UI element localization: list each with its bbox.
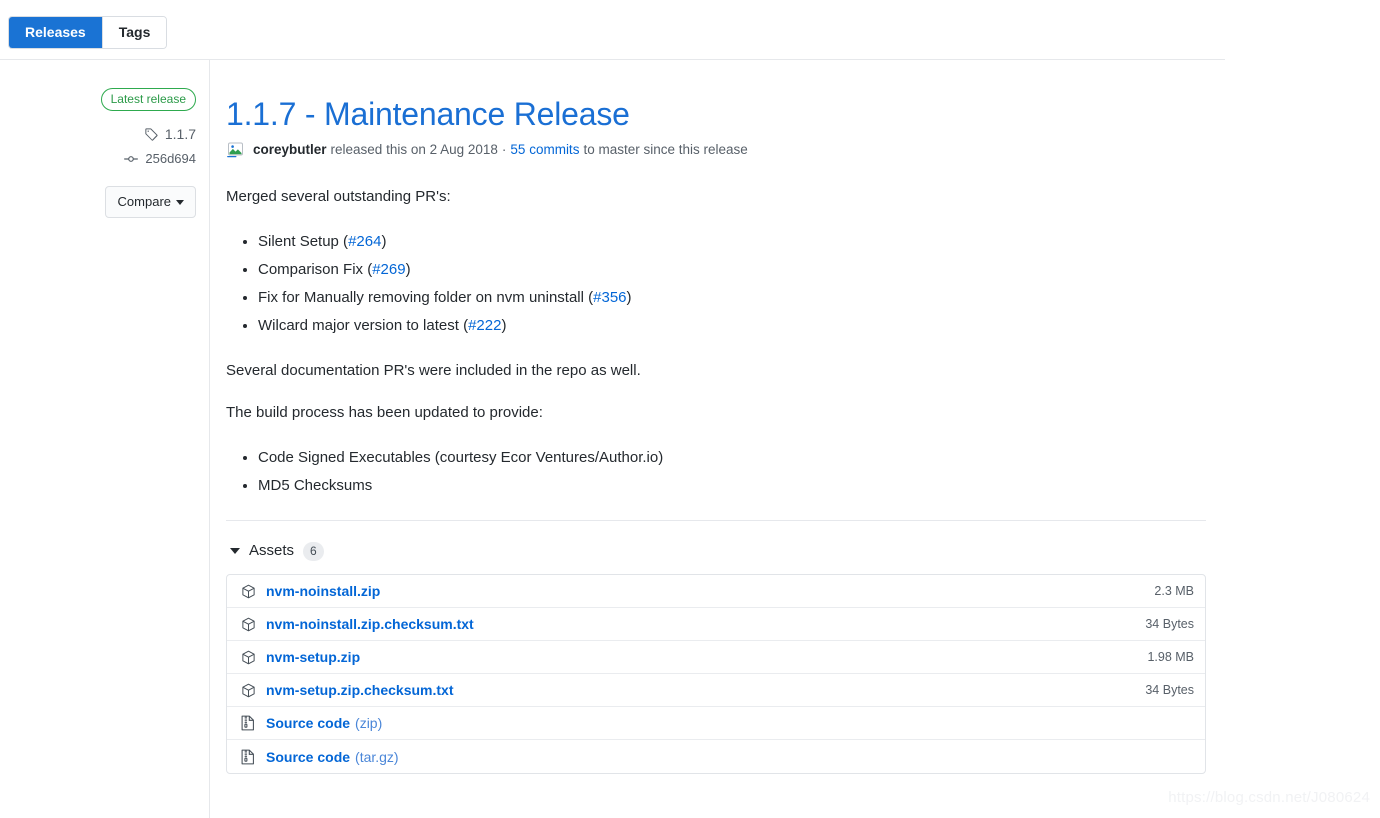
watermark: https://blog.csdn.net/J080624 [1168, 789, 1370, 806]
list-item: Wilcard major version to latest (#222) [258, 312, 1206, 340]
list-item: Silent Setup (#264) [258, 228, 1206, 256]
pr-close: ) [501, 317, 507, 334]
header-divider [0, 59, 1225, 60]
commit-icon [123, 152, 139, 166]
compare-button[interactable]: Compare [104, 186, 196, 218]
table-row[interactable]: nvm-setup.zip 1.98 MB [227, 641, 1205, 674]
release-title[interactable]: 1.1.7 - Maintenance Release [226, 94, 1206, 134]
chevron-down-icon [176, 199, 184, 205]
asset-link[interactable]: nvm-noinstall.zip [266, 581, 380, 601]
pr-text: Silent Setup ( [258, 233, 349, 250]
asset-link[interactable]: nvm-setup.zip.checksum.txt [266, 680, 454, 700]
release-author[interactable]: coreybutler [253, 140, 327, 160]
build-list: Code Signed Executables (courtesy Ecor V… [226, 444, 1206, 500]
compare-button-wrap: Compare [0, 186, 196, 218]
tag-row[interactable]: 1.1.7 [0, 125, 196, 143]
pr-link[interactable]: #269 [372, 261, 405, 278]
asset-format: (tar.gz) [355, 748, 399, 765]
asset-size: 34 Bytes [1145, 617, 1194, 631]
pr-list: Silent Setup (#264) Comparison Fix (#269… [226, 228, 1206, 340]
pr-link[interactable]: #264 [348, 233, 381, 250]
releases-tags-tabs: Releases Tags [8, 16, 168, 49]
pr-text: Fix for Manually removing folder on nvm … [258, 289, 594, 306]
commits-link[interactable]: 55 commits [510, 140, 579, 160]
release-sidebar: Latest release 1.1.7 256d694 Compare [0, 88, 196, 218]
pr-text: Comparison Fix ( [258, 261, 373, 278]
list-item: Fix for Manually removing folder on nvm … [258, 284, 1206, 312]
release-main: 1.1.7 - Maintenance Release coreybutler … [226, 94, 1206, 774]
released-text: released this on 2 Aug 2018 [330, 142, 498, 157]
body-docs-note: Several documentation PR's were included… [226, 362, 641, 379]
release-byline: coreybutler released this on 2 Aug 2018 … [226, 140, 1206, 160]
sidebar-divider [209, 60, 210, 818]
asset-link[interactable]: Source code [266, 713, 350, 733]
package-icon [240, 583, 256, 599]
commit-sha: 256d694 [145, 151, 196, 166]
asset-size: 34 Bytes [1145, 683, 1194, 697]
asset-link[interactable]: nvm-noinstall.zip.checksum.txt [266, 614, 474, 634]
pr-link[interactable]: #222 [468, 317, 501, 334]
list-item: MD5 Checksums [258, 472, 1206, 500]
assets-list: nvm-noinstall.zip 2.3 MB nvm-noinstall.z… [226, 574, 1206, 774]
assets-count-badge: 6 [303, 541, 324, 561]
file-zip-icon [240, 749, 256, 765]
asset-link[interactable]: Source code [266, 747, 350, 767]
list-item: Code Signed Executables (courtesy Ecor V… [258, 444, 1206, 472]
assets-label[interactable]: Assets [249, 541, 294, 561]
latest-release-badge: Latest release [100, 88, 196, 111]
list-item: Comparison Fix (#269) [258, 256, 1206, 284]
asset-size: 1.98 MB [1147, 650, 1194, 664]
table-row[interactable]: nvm-noinstall.zip.checksum.txt 34 Bytes [227, 608, 1205, 641]
table-row[interactable]: nvm-setup.zip.checksum.txt 34 Bytes [227, 674, 1205, 707]
pr-text: Wilcard major version to latest ( [258, 317, 469, 334]
asset-format: (zip) [355, 715, 383, 731]
assets-header: Assets 6 [230, 541, 1206, 561]
table-row[interactable]: Source code (zip) [227, 707, 1205, 740]
tab-releases[interactable]: Releases [9, 17, 103, 48]
file-zip-icon [240, 715, 256, 731]
table-row[interactable]: nvm-noinstall.zip 2.3 MB [227, 575, 1205, 608]
pr-close: ) [381, 233, 387, 250]
commit-row[interactable]: 256d694 [0, 150, 196, 168]
segmented-control: Releases Tags [8, 16, 168, 49]
package-icon [240, 649, 256, 665]
broken-image-avatar-icon [226, 140, 246, 160]
pr-link[interactable]: #356 [593, 289, 626, 306]
asset-size: 2.3 MB [1154, 584, 1194, 598]
tab-tags[interactable]: Tags [102, 17, 167, 48]
body-build-note: The build process has been updated to pr… [226, 404, 543, 421]
byline-separator: · [501, 142, 507, 157]
package-icon [240, 616, 256, 632]
assets-divider [226, 520, 1206, 521]
table-row[interactable]: Source code (tar.gz) [227, 740, 1205, 773]
triangle-down-icon[interactable] [230, 548, 240, 554]
tag-name: 1.1.7 [164, 126, 196, 142]
pr-close: ) [626, 289, 632, 306]
tag-icon [144, 127, 159, 142]
asset-link[interactable]: nvm-setup.zip [266, 647, 360, 667]
compare-label: Compare [117, 194, 171, 209]
commits-suffix: to master since this release [583, 142, 748, 157]
pr-close: ) [405, 261, 411, 278]
package-icon [240, 682, 256, 698]
body-intro: Merged several outstanding PR's: [226, 188, 451, 205]
